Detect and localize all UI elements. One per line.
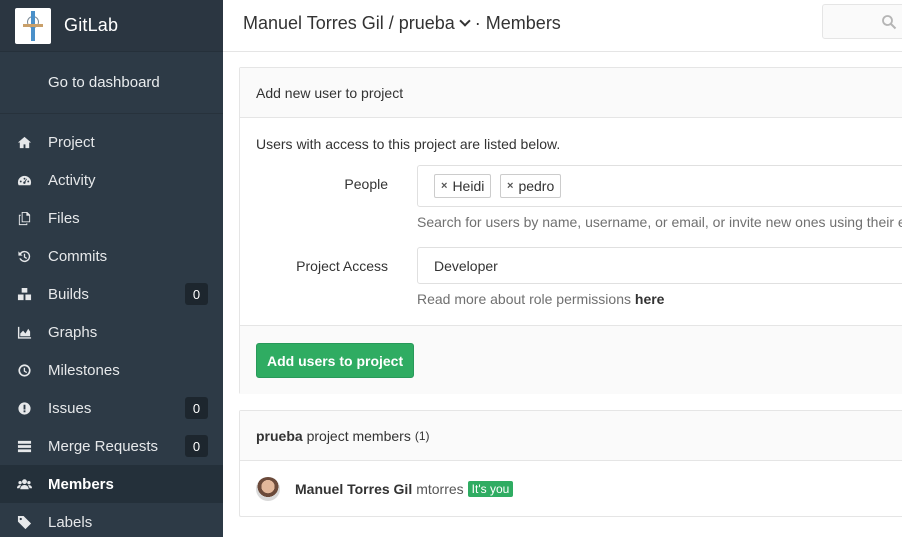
project-members-header: prueba project members (1) bbox=[240, 411, 902, 461]
issues-count-badge: 0 bbox=[185, 397, 208, 419]
sidebar-item-label: Members bbox=[48, 475, 114, 493]
sidebar-item-labels[interactable]: Labels bbox=[0, 503, 223, 537]
people-label: People bbox=[344, 176, 388, 192]
sidebar-item-label: Builds bbox=[48, 285, 89, 303]
project-access-label: Project Access bbox=[296, 258, 388, 274]
sidebar-item-label: Merge Requests bbox=[48, 437, 159, 455]
people-select-field[interactable]: × Heidi × pedro bbox=[417, 165, 902, 207]
search-icon bbox=[882, 15, 897, 30]
remove-tag-icon[interactable]: × bbox=[441, 180, 447, 192]
users-icon bbox=[0, 477, 48, 492]
sidebar-item-label: Milestones bbox=[48, 361, 120, 379]
builds-count-badge: 0 bbox=[185, 283, 208, 305]
go-to-dashboard-link[interactable]: Go to dashboard bbox=[0, 52, 223, 114]
brand-name[interactable]: GitLab bbox=[64, 15, 118, 36]
add-user-panel: Add new user to project Users with acces… bbox=[239, 67, 902, 394]
people-tag[interactable]: × pedro bbox=[500, 174, 562, 198]
its-you-badge: It's you bbox=[467, 481, 514, 497]
access-help-text: Read more about role permissions here bbox=[417, 291, 664, 307]
member-row: Manuel Torres Gil mtorres It's you bbox=[256, 477, 514, 501]
dashboard-icon bbox=[0, 173, 48, 188]
project-logo-icon[interactable] bbox=[15, 7, 51, 44]
people-tag-label: pedro bbox=[518, 178, 555, 194]
sidebar-item-builds[interactable]: Builds 0 bbox=[0, 275, 223, 313]
home-icon bbox=[0, 135, 48, 150]
tags-icon bbox=[0, 515, 48, 530]
people-help-text: Search for users by name, username, or e… bbox=[417, 214, 902, 230]
sidebar-item-members[interactable]: Members bbox=[0, 465, 223, 503]
member-username: mtorres bbox=[416, 481, 464, 497]
sidebar-item-merge-requests[interactable]: Merge Requests 0 bbox=[0, 427, 223, 465]
sidebar-item-label: Project bbox=[48, 133, 95, 151]
top-header: Manuel Torres Gil / prueba · Members bbox=[223, 0, 902, 52]
breadcrumb-separator: · bbox=[474, 13, 481, 33]
people-tag[interactable]: × Heidi bbox=[434, 174, 492, 198]
sidebar-item-activity[interactable]: Activity bbox=[0, 161, 223, 199]
brand: GitLab bbox=[0, 0, 223, 52]
sidebar-nav: Project Activity Files Commits Builds 0 … bbox=[0, 123, 223, 537]
page-title: Members bbox=[485, 13, 561, 33]
sidebar-item-project[interactable]: Project bbox=[0, 123, 223, 161]
project-members-title: project members bbox=[306, 427, 411, 444]
add-user-panel-title: Add new user to project bbox=[240, 68, 902, 118]
project-access-select[interactable]: Developer bbox=[417, 247, 902, 284]
access-help-prefix: Read more about role permissions bbox=[417, 291, 631, 307]
breadcrumb: Manuel Torres Gil / prueba · Members bbox=[243, 13, 561, 34]
sidebar-item-label: Graphs bbox=[48, 323, 98, 341]
history-icon bbox=[0, 249, 48, 264]
access-description: Users with access to this project are li… bbox=[256, 136, 561, 152]
sidebar-item-label: Files bbox=[48, 209, 80, 227]
area-chart-icon bbox=[0, 325, 48, 340]
project-access-value: Developer bbox=[434, 258, 498, 274]
clock-icon bbox=[0, 363, 48, 378]
role-permissions-link[interactable]: here bbox=[635, 291, 665, 307]
sidebar-item-label: Commits bbox=[48, 247, 108, 265]
people-tag-label: Heidi bbox=[452, 178, 485, 194]
sidebar-item-graphs[interactable]: Graphs bbox=[0, 313, 223, 351]
project-name: prueba bbox=[256, 427, 303, 444]
sidebar-item-commits[interactable]: Commits bbox=[0, 237, 223, 275]
search-input[interactable] bbox=[822, 4, 902, 39]
remove-tag-icon[interactable]: × bbox=[507, 180, 513, 192]
merge-requests-count-badge: 0 bbox=[185, 435, 208, 457]
sidebar-item-label: Labels bbox=[48, 513, 93, 531]
sidebar-item-issues[interactable]: Issues 0 bbox=[0, 389, 223, 427]
cubes-icon bbox=[0, 287, 48, 302]
project-members-panel: prueba project members (1) Manuel Torres … bbox=[239, 410, 902, 517]
chevron-down-icon[interactable] bbox=[459, 15, 471, 27]
sidebar: GitLab Go to dashboard Project Activity … bbox=[0, 0, 223, 537]
sidebar-item-files[interactable]: Files bbox=[0, 199, 223, 237]
members-count: (1) bbox=[414, 428, 430, 443]
project-breadcrumb-link[interactable]: Manuel Torres Gil / prueba bbox=[243, 13, 455, 33]
exclamation-circle-icon bbox=[0, 401, 48, 416]
tasks-icon bbox=[0, 439, 48, 454]
files-icon bbox=[0, 211, 48, 226]
form-actions: Add users to project bbox=[240, 325, 902, 394]
sidebar-item-label: Issues bbox=[48, 399, 92, 417]
sidebar-item-label: Activity bbox=[48, 171, 96, 189]
sidebar-item-milestones[interactable]: Milestones bbox=[0, 351, 223, 389]
avatar[interactable] bbox=[256, 477, 280, 501]
member-name[interactable]: Manuel Torres Gil bbox=[295, 481, 412, 497]
add-users-button[interactable]: Add users to project bbox=[256, 343, 415, 378]
